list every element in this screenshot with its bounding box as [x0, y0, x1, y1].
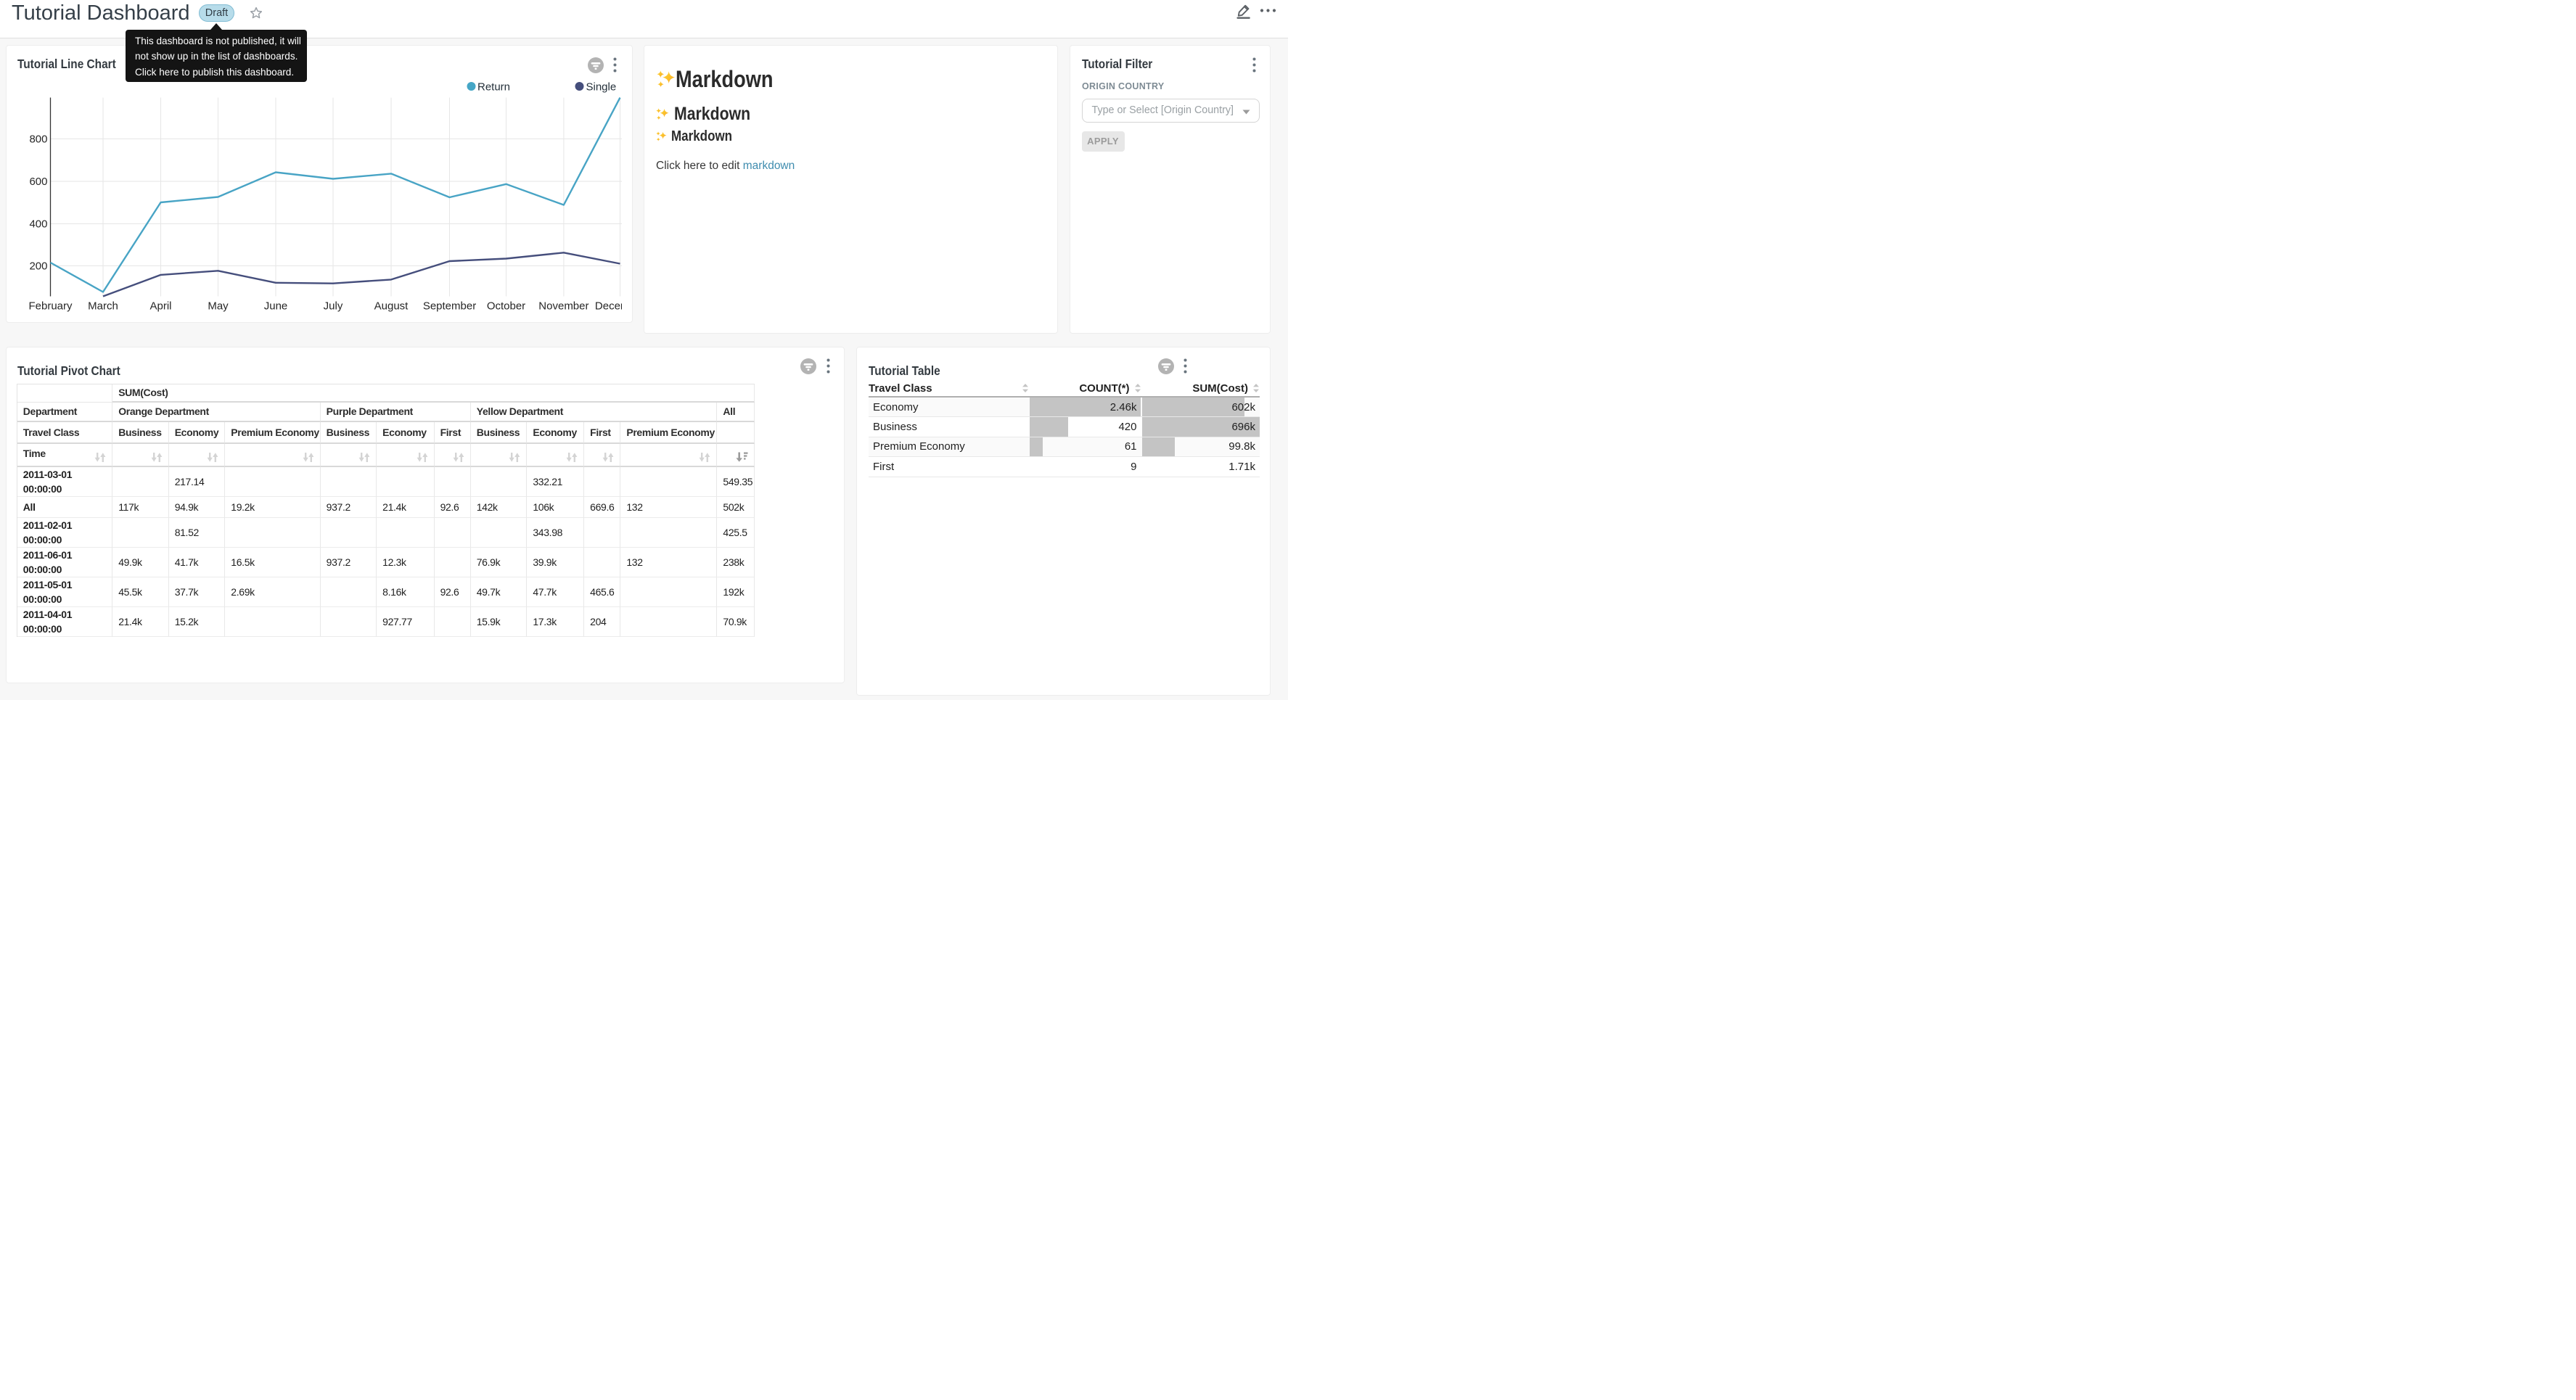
svg-text:600: 600: [29, 176, 47, 188]
svg-text:October: October: [486, 300, 525, 313]
svg-text:December: December: [594, 300, 621, 313]
svg-text:Single: Single: [586, 81, 616, 94]
svg-text:July: July: [323, 300, 342, 313]
svg-text:May: May: [208, 300, 229, 313]
svg-text:November: November: [538, 300, 588, 313]
svg-text:June: June: [263, 300, 287, 313]
svg-text:March: March: [88, 300, 118, 313]
svg-text:September: September: [422, 300, 475, 313]
svg-text:200: 200: [29, 260, 47, 272]
svg-text:April: April: [149, 300, 171, 313]
svg-text:August: August: [374, 300, 409, 313]
svg-text:February: February: [28, 300, 73, 313]
svg-text:400: 400: [29, 218, 47, 231]
svg-text:800: 800: [29, 133, 47, 145]
svg-text:Return: Return: [477, 81, 510, 94]
